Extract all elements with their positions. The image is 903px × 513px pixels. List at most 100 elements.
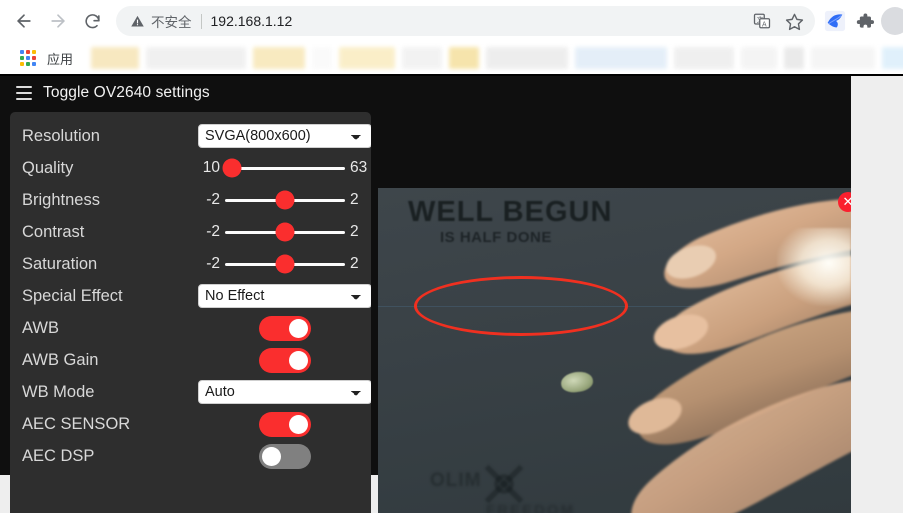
bookmark-item[interactable] bbox=[811, 47, 876, 69]
toggle-knob bbox=[289, 414, 308, 434]
setting-row: Quality 10 63 bbox=[10, 152, 371, 184]
forward-button[interactable] bbox=[42, 5, 74, 37]
back-button[interactable] bbox=[8, 5, 40, 37]
bookmark-item[interactable] bbox=[312, 47, 333, 69]
profile-avatar[interactable] bbox=[881, 7, 903, 35]
bird-extension-icon[interactable] bbox=[821, 7, 849, 35]
bookmark-item[interactable] bbox=[486, 47, 569, 69]
setting-label: Resolution bbox=[22, 126, 100, 145]
bookmarks-bar: 应用 bbox=[0, 42, 903, 74]
reload-button[interactable] bbox=[76, 5, 108, 37]
setting-label: AWB bbox=[22, 318, 59, 337]
bookmark-item[interactable] bbox=[253, 47, 306, 69]
setting-toggle[interactable] bbox=[259, 315, 311, 341]
page-header: Toggle OV2640 settings bbox=[8, 76, 851, 109]
web-page: Toggle OV2640 settings Resolution UXGA(16… bbox=[0, 76, 903, 513]
slider-min-label: -2 bbox=[206, 223, 220, 241]
address-bar[interactable]: 不安全 192.168.1.12 文 A bbox=[116, 6, 815, 36]
video-stream[interactable]: WELL BEGUN IS HALF DONE OLIM FREEDOM ✕ bbox=[378, 188, 851, 513]
slider-thumb[interactable] bbox=[275, 254, 295, 274]
bookmark-item[interactable] bbox=[449, 47, 480, 69]
setting-row: Saturation -2 2 bbox=[10, 248, 371, 280]
apps-label[interactable]: 应用 bbox=[47, 49, 73, 68]
setting-row: AEC SENSOR bbox=[10, 408, 371, 440]
slider-max-label: 2 bbox=[350, 223, 359, 241]
slider-track[interactable] bbox=[222, 158, 345, 178]
light-glare bbox=[777, 228, 851, 306]
browser-chrome: 不安全 192.168.1.12 文 A bbox=[0, 0, 903, 76]
setting-row: Resolution UXGA(1600x1200)SXGA(1280x1024)… bbox=[10, 120, 371, 152]
video-overlay-text-3: OLIM bbox=[430, 470, 482, 491]
hamburger-menu-icon[interactable] bbox=[16, 85, 32, 100]
video-overlay-text-2: IS HALF DONE bbox=[440, 229, 552, 246]
setting-row: Brightness -2 2 bbox=[10, 184, 371, 216]
setting-toggle[interactable] bbox=[259, 443, 311, 469]
close-video-button[interactable]: ✕ bbox=[838, 192, 851, 212]
video-canvas: WELL BEGUN IS HALF DONE OLIM FREEDOM bbox=[378, 188, 851, 513]
slider-bar bbox=[225, 166, 345, 170]
setting-toggle[interactable] bbox=[259, 347, 311, 373]
extensions-puzzle-icon[interactable] bbox=[851, 7, 879, 35]
slider-thumb[interactable] bbox=[275, 190, 295, 210]
bookmark-item[interactable] bbox=[784, 47, 805, 69]
setting-select[interactable]: AutoSunnyCloudyOfficeHome bbox=[198, 380, 371, 404]
slider-max-label: 63 bbox=[350, 159, 368, 177]
setting-select[interactable]: UXGA(1600x1200)SXGA(1280x1024)XGA(1024x7… bbox=[198, 124, 371, 148]
slider-max-label: 2 bbox=[350, 255, 359, 273]
translate-icon[interactable]: 文 A bbox=[751, 10, 773, 32]
setting-label: Brightness bbox=[22, 190, 100, 209]
settings-panel: Resolution UXGA(1600x1200)SXGA(1280x1024)… bbox=[10, 112, 371, 513]
setting-label: AWB Gain bbox=[22, 350, 99, 369]
bookmark-item[interactable] bbox=[575, 47, 668, 69]
bookmark-star-icon[interactable] bbox=[783, 10, 805, 32]
toggle-knob bbox=[262, 446, 281, 466]
setting-row: AWB Gain bbox=[10, 344, 371, 376]
bookmark-item[interactable] bbox=[339, 47, 396, 69]
bookmark-item[interactable] bbox=[674, 47, 735, 69]
security-status-label: 不安全 bbox=[151, 15, 192, 31]
setting-label: Quality bbox=[22, 158, 74, 177]
setting-row: WB Mode AutoSunnyCloudyOfficeHome bbox=[10, 376, 371, 408]
slider-min-label: -2 bbox=[206, 255, 220, 273]
bookmark-item[interactable] bbox=[91, 47, 140, 69]
setting-label: Special Effect bbox=[22, 286, 123, 305]
bookmark-items bbox=[91, 47, 903, 69]
browser-toolbar: 不安全 192.168.1.12 文 A bbox=[0, 0, 903, 42]
bookmark-item[interactable] bbox=[882, 47, 903, 69]
slider-track[interactable] bbox=[225, 190, 345, 210]
arrow-right-icon bbox=[51, 14, 65, 28]
setting-slider[interactable]: -2 2 bbox=[198, 222, 371, 242]
apps-grid-icon[interactable] bbox=[20, 50, 36, 66]
setting-select[interactable]: No EffectNegativeGrayscaleRed TintGreen … bbox=[198, 284, 371, 308]
setting-row: AEC DSP bbox=[10, 440, 371, 472]
toggle-knob bbox=[289, 318, 308, 338]
setting-label: Saturation bbox=[22, 254, 98, 273]
setting-toggle[interactable] bbox=[259, 411, 311, 437]
video-overlay-text-4: FREEDOM bbox=[486, 502, 575, 513]
setting-slider[interactable]: -2 2 bbox=[198, 190, 371, 210]
reload-icon bbox=[84, 13, 100, 28]
page-title[interactable]: Toggle OV2640 settings bbox=[43, 84, 210, 102]
url-text: 192.168.1.12 bbox=[210, 13, 293, 29]
slider-max-label: 2 bbox=[350, 191, 359, 209]
setting-slider[interactable]: -2 2 bbox=[198, 254, 371, 274]
slider-track[interactable] bbox=[225, 222, 345, 242]
red-ellipse-annotation bbox=[414, 276, 628, 336]
slider-thumb[interactable] bbox=[222, 158, 242, 178]
slider-min-label: -2 bbox=[206, 191, 220, 209]
slider-min-label: 10 bbox=[202, 159, 220, 177]
setting-slider[interactable]: 10 63 bbox=[198, 158, 371, 178]
bookmark-item[interactable] bbox=[402, 47, 443, 69]
security-warning-icon bbox=[131, 15, 144, 26]
bookmark-item[interactable] bbox=[741, 47, 778, 69]
toggle-knob bbox=[289, 350, 308, 370]
svg-text:A: A bbox=[762, 20, 767, 28]
setting-row: AWB bbox=[10, 312, 371, 344]
omnibox-divider bbox=[200, 13, 202, 29]
bookmark-item[interactable] bbox=[146, 47, 247, 69]
setting-label: AEC DSP bbox=[22, 446, 95, 465]
slider-track[interactable] bbox=[225, 254, 345, 274]
setting-row: Special Effect No EffectNegativeGrayscale… bbox=[10, 280, 371, 312]
slider-thumb[interactable] bbox=[275, 222, 295, 242]
arrow-left-icon bbox=[17, 14, 31, 28]
